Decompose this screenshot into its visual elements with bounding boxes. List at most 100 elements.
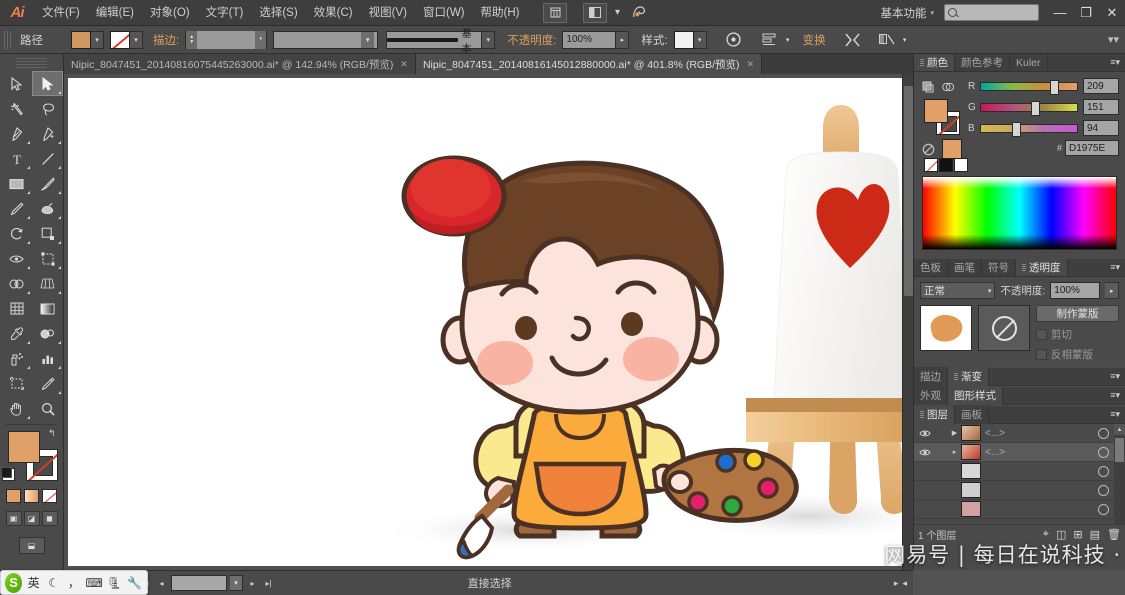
normal-screen-mode-icon[interactable]: ▣ [5, 511, 22, 526]
selection-tool[interactable] [1, 71, 32, 96]
stroke-caret-icon[interactable]: ▾ [130, 30, 143, 49]
stroke-gradient-panel-menu-icon[interactable]: ≡▾ [1105, 371, 1125, 382]
recolor-artwork-icon[interactable] [723, 30, 745, 50]
blend-tool[interactable] [32, 321, 63, 346]
stock-photos-icon[interactable] [627, 3, 651, 23]
width-tool[interactable] [1, 246, 32, 271]
perspective-grid-tool[interactable] [32, 271, 63, 296]
new-layer-icon[interactable]: ▤ [1090, 528, 1100, 541]
document-tab-1-close-icon[interactable]: ✕ [400, 59, 408, 70]
panel-tab-gradient[interactable]: 渐变 [948, 367, 989, 386]
transparency-mask-thumbnail[interactable] [978, 305, 1030, 351]
keyboard-icon[interactable]: ⌨ [85, 573, 102, 593]
delete-layer-icon[interactable]: 🗑 [1107, 528, 1121, 541]
comma-icon[interactable]: ， [65, 573, 82, 593]
menu-view[interactable]: 视图(V) [361, 0, 415, 26]
previous-artboard-button[interactable]: ◂ [155, 575, 168, 591]
color-ramp-icon[interactable] [942, 81, 955, 94]
layer-target-icon[interactable] [1092, 484, 1114, 496]
transform-label[interactable]: 变换 [803, 32, 826, 48]
layer-target-icon[interactable] [1092, 465, 1114, 477]
fill-mode-icon[interactable] [922, 81, 935, 94]
panel-tab-color-guide[interactable]: 颜色参考 [955, 54, 1010, 71]
pen-tool[interactable] [1, 121, 32, 146]
restore-button[interactable]: ❐ [1073, 0, 1099, 26]
mesh-tool[interactable] [1, 296, 32, 321]
gradient-tool[interactable] [32, 296, 63, 321]
clip-checkbox-row[interactable]: 剪切 [1036, 327, 1119, 342]
fill-color-indicator[interactable] [8, 431, 40, 463]
layers-scrollbar[interactable]: ▲ [1114, 424, 1125, 524]
panel-tab-swatches[interactable]: 色板 [914, 259, 948, 276]
symbol-sprayer-tool[interactable] [1, 346, 32, 371]
next-artboard-button[interactable]: ▸ [246, 575, 259, 591]
new-sublayer-icon[interactable]: ⊞ [1073, 528, 1082, 541]
blob-brush-tool[interactable] [32, 196, 63, 221]
stroke-profile-field[interactable]: 基本 [386, 29, 483, 55]
moon-icon[interactable]: ☾ [45, 573, 62, 593]
panel-tab-artboards[interactable]: 画板 [955, 405, 989, 424]
styles-swatch[interactable] [673, 30, 694, 49]
layer-row-2[interactable]: ▸ <...> [914, 443, 1125, 462]
layer-name[interactable]: <...> [985, 428, 1092, 439]
layer-expand-icon[interactable]: ▸ [948, 448, 961, 456]
minimize-button[interactable]: — [1047, 0, 1073, 26]
layer-row-5[interactable] [914, 500, 1125, 519]
layer-target-icon[interactable] [1092, 427, 1114, 439]
fill-caret-icon[interactable]: ▾ [91, 30, 104, 49]
type-tool[interactable]: T [1, 146, 32, 171]
search-input[interactable] [944, 4, 1039, 21]
color-slider-g-ramp[interactable] [980, 100, 1078, 116]
change-screen-mode-button[interactable]: ⬓ [0, 528, 63, 556]
layers-list[interactable]: ▶ <...> ▸ <...> ▲ [914, 424, 1125, 524]
color-slider-g-value[interactable]: 151 [1083, 99, 1119, 115]
stroke-profile-caret-icon[interactable]: ▾ [482, 30, 496, 49]
appearance-panel-menu-icon[interactable]: ≡▾ [1105, 390, 1125, 401]
panel-tab-appearance[interactable]: 外观 [914, 386, 948, 405]
color-fill-button[interactable] [6, 489, 21, 503]
direct-selection-tool[interactable] [32, 71, 63, 96]
stroke-weight-caret-icon[interactable]: ▾ [255, 30, 267, 49]
stroke-weight-value[interactable] [197, 30, 256, 49]
workspace-caret-icon[interactable]: ▾ [930, 9, 944, 17]
wrench-icon[interactable]: 🔧 [126, 573, 143, 593]
color-slider-b-ramp[interactable] [980, 121, 1078, 137]
hand-tool[interactable] [1, 396, 32, 421]
stroke-style-field[interactable]: ▾ [273, 30, 379, 49]
layer-target-icon[interactable] [1092, 503, 1114, 515]
align-caret-icon[interactable]: ▾ [783, 31, 793, 49]
swatch-white[interactable] [954, 158, 968, 172]
free-transform-tool[interactable] [32, 246, 63, 271]
color-panel-fill-swatch[interactable] [924, 99, 948, 123]
canvas-vertical-scrollbar[interactable] [902, 74, 913, 570]
color-panel-menu-icon[interactable]: ≡▾ [1105, 54, 1125, 71]
zoom-tool[interactable] [32, 396, 63, 421]
close-button[interactable]: ✕ [1099, 0, 1125, 26]
stroke-style-caret-icon[interactable]: ▾ [361, 31, 375, 48]
document-tab-1[interactable]: Nipic_8047451_20140816075445263000.ai* @… [64, 54, 416, 74]
color-slider-r-value[interactable]: 209 [1083, 78, 1119, 94]
layer-row-4[interactable] [914, 481, 1125, 500]
sogou-logo-icon[interactable]: S [5, 572, 23, 593]
invert-mask-checkbox-row[interactable]: 反相蒙版 [1036, 347, 1119, 362]
stroke-swatch[interactable] [110, 30, 130, 49]
artboard[interactable] [68, 78, 902, 566]
swatch-none[interactable] [924, 158, 938, 172]
bridge-icon[interactable] [543, 2, 568, 23]
artwork-cartoon-boy-painter[interactable] [68, 78, 902, 566]
clip-checkbox[interactable] [1036, 329, 1047, 340]
color-slider-b[interactable]: B 94 [968, 119, 1119, 137]
color-panel-tint-swatch[interactable] [942, 139, 962, 159]
menu-help[interactable]: 帮助(H) [473, 0, 528, 26]
layer-target-icon[interactable] [1092, 446, 1114, 458]
swatch-black[interactable] [939, 158, 953, 172]
panel-tab-kuler[interactable]: Kuler [1010, 54, 1048, 71]
styles-caret-icon[interactable]: ▾ [693, 30, 707, 49]
panel-tab-graphic-styles[interactable]: 图形样式 [948, 386, 1003, 405]
fill-color-control[interactable]: ▾ [71, 30, 104, 49]
opacity-value-field[interactable]: 100% [562, 30, 617, 49]
color-slider-b-knob[interactable] [1011, 121, 1021, 137]
artboard-number-field[interactable] [171, 575, 227, 591]
make-mask-button[interactable]: 制作蒙版 [1036, 305, 1119, 322]
transparency-panel-menu-icon[interactable]: ≡▾ [1105, 259, 1125, 276]
